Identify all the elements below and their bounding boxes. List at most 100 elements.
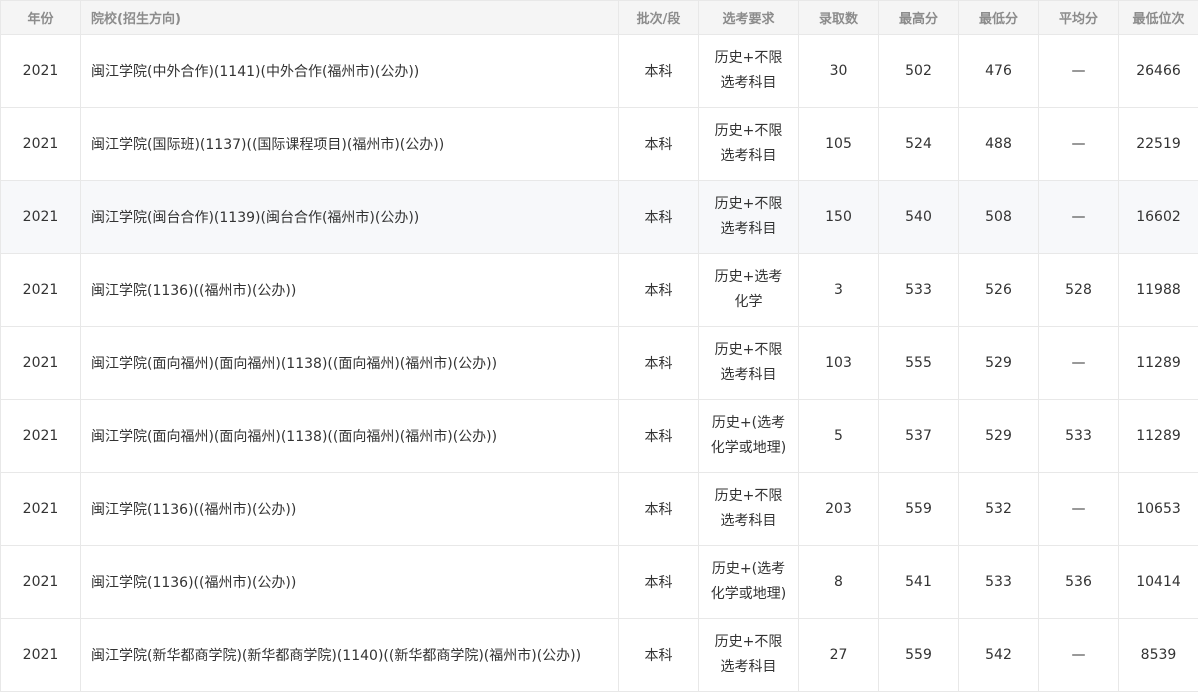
column-header-admitted: 录取数 [798,0,879,35]
cell-min-rank: 11289 [1118,326,1198,400]
cell-batch: 本科 [618,180,699,254]
cell-subjects: 历史+不限选考科目 [698,107,799,181]
cell-min-rank: 10653 [1118,472,1198,546]
cell-batch: 本科 [618,107,699,181]
cell-min-score: 508 [958,180,1039,254]
table-row: 2021 闽江学院(1136)((福州市)(公办)) 本科 历史+选考化学 3 … [0,253,1198,327]
cell-admitted: 103 [798,326,879,400]
cell-year: 2021 [0,253,81,327]
table-row: 2021 闽江学院(1136)((福州市)(公办)) 本科 历史+不限选考科目 … [0,472,1198,546]
cell-min-rank: 10414 [1118,545,1198,619]
cell-min-score: 488 [958,107,1039,181]
cell-min-score: 533 [958,545,1039,619]
column-header-batch: 批次/段 [618,0,699,35]
cell-avg-score: 533 [1038,399,1119,473]
cell-min-rank: 11988 [1118,253,1198,327]
cell-school: 闽江学院(1136)((福州市)(公办)) [80,545,619,619]
cell-school: 闽江学院(中外合作)(1141)(中外合作(福州市)(公办)) [80,34,619,108]
table-row: 2021 闽江学院(闽台合作)(1139)(闽台合作(福州市)(公办)) 本科 … [0,180,1198,254]
cell-max-score: 524 [878,107,959,181]
cell-max-score: 502 [878,34,959,108]
cell-admitted: 30 [798,34,879,108]
cell-school: 闽江学院(新华都商学院)(新华都商学院)(1140)((新华都商学院)(福州市)… [80,618,619,692]
cell-min-rank: 22519 [1118,107,1198,181]
cell-school: 闽江学院(1136)((福州市)(公办)) [80,253,619,327]
table-row: 2021 闽江学院(新华都商学院)(新华都商学院)(1140)((新华都商学院)… [0,618,1198,692]
cell-batch: 本科 [618,326,699,400]
cell-subjects: 历史+不限选考科目 [698,472,799,546]
cell-admitted: 27 [798,618,879,692]
column-header-min-score: 最低分 [958,0,1039,35]
cell-max-score: 537 [878,399,959,473]
cell-min-score: 529 [958,399,1039,473]
cell-min-rank: 16602 [1118,180,1198,254]
cell-max-score: 559 [878,472,959,546]
cell-subjects: 历史+不限选考科目 [698,34,799,108]
cell-subjects: 历史+(选考化学或地理) [698,545,799,619]
cell-avg-score: 528 [1038,253,1119,327]
cell-min-score: 476 [958,34,1039,108]
cell-subjects: 历史+不限选考科目 [698,326,799,400]
cell-school: 闽江学院(面向福州)(面向福州)(1138)((面向福州)(福州市)(公办)) [80,399,619,473]
cell-school: 闽江学院(1136)((福州市)(公办)) [80,472,619,546]
cell-batch: 本科 [618,253,699,327]
cell-subjects: 历史+不限选考科目 [698,618,799,692]
cell-avg-score: — [1038,326,1119,400]
cell-year: 2021 [0,472,81,546]
cell-min-rank: 11289 [1118,399,1198,473]
column-header-avg-score: 平均分 [1038,0,1119,35]
cell-batch: 本科 [618,399,699,473]
cell-max-score: 540 [878,180,959,254]
cell-admitted: 150 [798,180,879,254]
cell-year: 2021 [0,107,81,181]
cell-admitted: 8 [798,545,879,619]
column-header-min-rank: 最低位次 [1118,0,1198,35]
cell-avg-score: — [1038,618,1119,692]
cell-avg-score: — [1038,180,1119,254]
cell-year: 2021 [0,399,81,473]
cell-min-rank: 8539 [1118,618,1198,692]
table-row: 2021 闽江学院(面向福州)(面向福州)(1138)((面向福州)(福州市)(… [0,326,1198,400]
cell-avg-score: — [1038,34,1119,108]
cell-year: 2021 [0,618,81,692]
cell-avg-score: 536 [1038,545,1119,619]
table-row: 2021 闽江学院(中外合作)(1141)(中外合作(福州市)(公办)) 本科 … [0,34,1198,108]
table-row: 2021 闽江学院(面向福州)(面向福州)(1138)((面向福州)(福州市)(… [0,399,1198,473]
cell-subjects: 历史+选考化学 [698,253,799,327]
cell-admitted: 105 [798,107,879,181]
cell-year: 2021 [0,545,81,619]
column-header-year: 年份 [0,0,81,35]
cell-batch: 本科 [618,618,699,692]
cell-subjects: 历史+(选考化学或地理) [698,399,799,473]
cell-max-score: 555 [878,326,959,400]
cell-avg-score: — [1038,472,1119,546]
cell-min-rank: 26466 [1118,34,1198,108]
cell-admitted: 203 [798,472,879,546]
table-row: 2021 闽江学院(1136)((福州市)(公办)) 本科 历史+(选考化学或地… [0,545,1198,619]
cell-subjects: 历史+不限选考科目 [698,180,799,254]
cell-batch: 本科 [618,545,699,619]
column-header-max-score: 最高分 [878,0,959,35]
cell-max-score: 533 [878,253,959,327]
cell-max-score: 559 [878,618,959,692]
cell-school: 闽江学院(闽台合作)(1139)(闽台合作(福州市)(公办)) [80,180,619,254]
column-header-school: 院校(招生方向) [80,0,619,35]
cell-min-score: 529 [958,326,1039,400]
cell-year: 2021 [0,326,81,400]
table-row: 2021 闽江学院(国际班)(1137)((国际课程项目)(福州市)(公办)) … [0,107,1198,181]
cell-min-score: 526 [958,253,1039,327]
cell-min-score: 532 [958,472,1039,546]
cell-batch: 本科 [618,34,699,108]
cell-admitted: 3 [798,253,879,327]
column-header-subjects: 选考要求 [698,0,799,35]
cell-min-score: 542 [958,618,1039,692]
cell-avg-score: — [1038,107,1119,181]
cell-admitted: 5 [798,399,879,473]
cell-max-score: 541 [878,545,959,619]
cell-school: 闽江学院(面向福州)(面向福州)(1138)((面向福州)(福州市)(公办)) [80,326,619,400]
cell-year: 2021 [0,34,81,108]
cell-batch: 本科 [618,472,699,546]
cell-year: 2021 [0,180,81,254]
table-header-row: 年份 院校(招生方向) 批次/段 选考要求 录取数 最高分 最低分 平均分 最低… [0,0,1198,35]
cell-school: 闽江学院(国际班)(1137)((国际课程项目)(福州市)(公办)) [80,107,619,181]
